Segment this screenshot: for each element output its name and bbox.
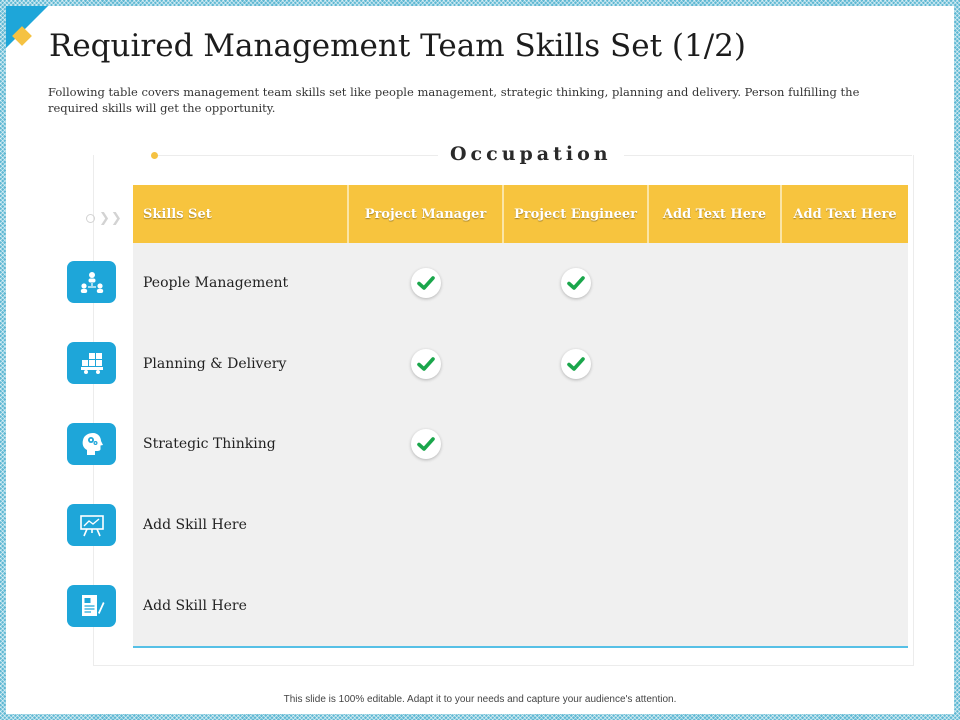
header-skills-set: Skills Set <box>133 185 348 243</box>
occupation-cell <box>781 484 908 566</box>
skill-name-cell: People Management <box>133 243 348 324</box>
document-pen-icon <box>67 585 116 627</box>
occupation-cell <box>503 243 648 324</box>
section-heading: Occupation <box>438 143 624 165</box>
checkmark-icon <box>560 348 591 379</box>
header-project-engineer: Project Engineer <box>502 185 648 243</box>
header-project-manager: Project Manager <box>347 185 503 243</box>
occupation-cell <box>648 484 781 566</box>
chevron-arrows-icon: ❯ ❯ <box>86 212 122 225</box>
table-row: Planning & Delivery <box>133 323 908 405</box>
occupation-cell <box>348 484 503 566</box>
page-title: Required Management Team Skills Set (1/2… <box>49 28 747 64</box>
occupation-cell <box>648 404 781 485</box>
occupation-cell <box>503 565 648 648</box>
head-gears-icon <box>67 423 116 465</box>
slide: Required Management Team Skills Set (1/2… <box>6 6 954 714</box>
occupation-cell <box>348 404 503 485</box>
team-hierarchy-icon <box>67 261 116 303</box>
occupation-cell <box>648 243 781 324</box>
skill-name-cell: Planning & Delivery <box>133 323 348 405</box>
heading-bullet-dot <box>151 152 158 159</box>
occupation-cell <box>348 243 503 324</box>
occupation-cell <box>648 323 781 405</box>
occupation-cell <box>648 565 781 648</box>
page-subtitle: Following table covers management team s… <box>48 85 860 115</box>
table-row: Strategic Thinking <box>133 404 908 485</box>
occupation-cell <box>503 404 648 485</box>
occupation-cell <box>503 323 648 405</box>
presentation-board-icon <box>67 504 116 546</box>
delivery-truck-icon <box>67 342 116 384</box>
table-header-row: Skills Set Project Manager Project Engin… <box>133 185 908 243</box>
occupation-cell <box>503 484 648 566</box>
checkmark-icon <box>410 348 441 379</box>
occupation-cell <box>348 565 503 648</box>
checkmark-icon <box>560 268 591 299</box>
header-add-text-1: Add Text Here <box>647 185 781 243</box>
corner-triangle-decoration <box>6 6 48 48</box>
skill-name-cell: Add Skill Here <box>133 565 348 648</box>
checkmark-icon <box>410 429 441 460</box>
occupation-cell <box>781 323 908 405</box>
occupation-cell <box>781 243 908 324</box>
table-row: Add Skill Here <box>133 484 908 566</box>
header-add-text-2: Add Text Here <box>780 185 908 243</box>
checkmark-icon <box>410 268 441 299</box>
occupation-cell <box>781 404 908 485</box>
occupation-cell <box>348 323 503 405</box>
skill-name-cell: Add Skill Here <box>133 484 348 566</box>
skill-name-cell: Strategic Thinking <box>133 404 348 485</box>
footer-note: This slide is 100% editable. Adapt it to… <box>283 694 677 705</box>
table-row: Add Skill Here <box>133 565 908 648</box>
occupation-cell <box>781 565 908 648</box>
skills-table: Skills Set Project Manager Project Engin… <box>133 185 908 648</box>
table-row: People Management <box>133 243 908 324</box>
